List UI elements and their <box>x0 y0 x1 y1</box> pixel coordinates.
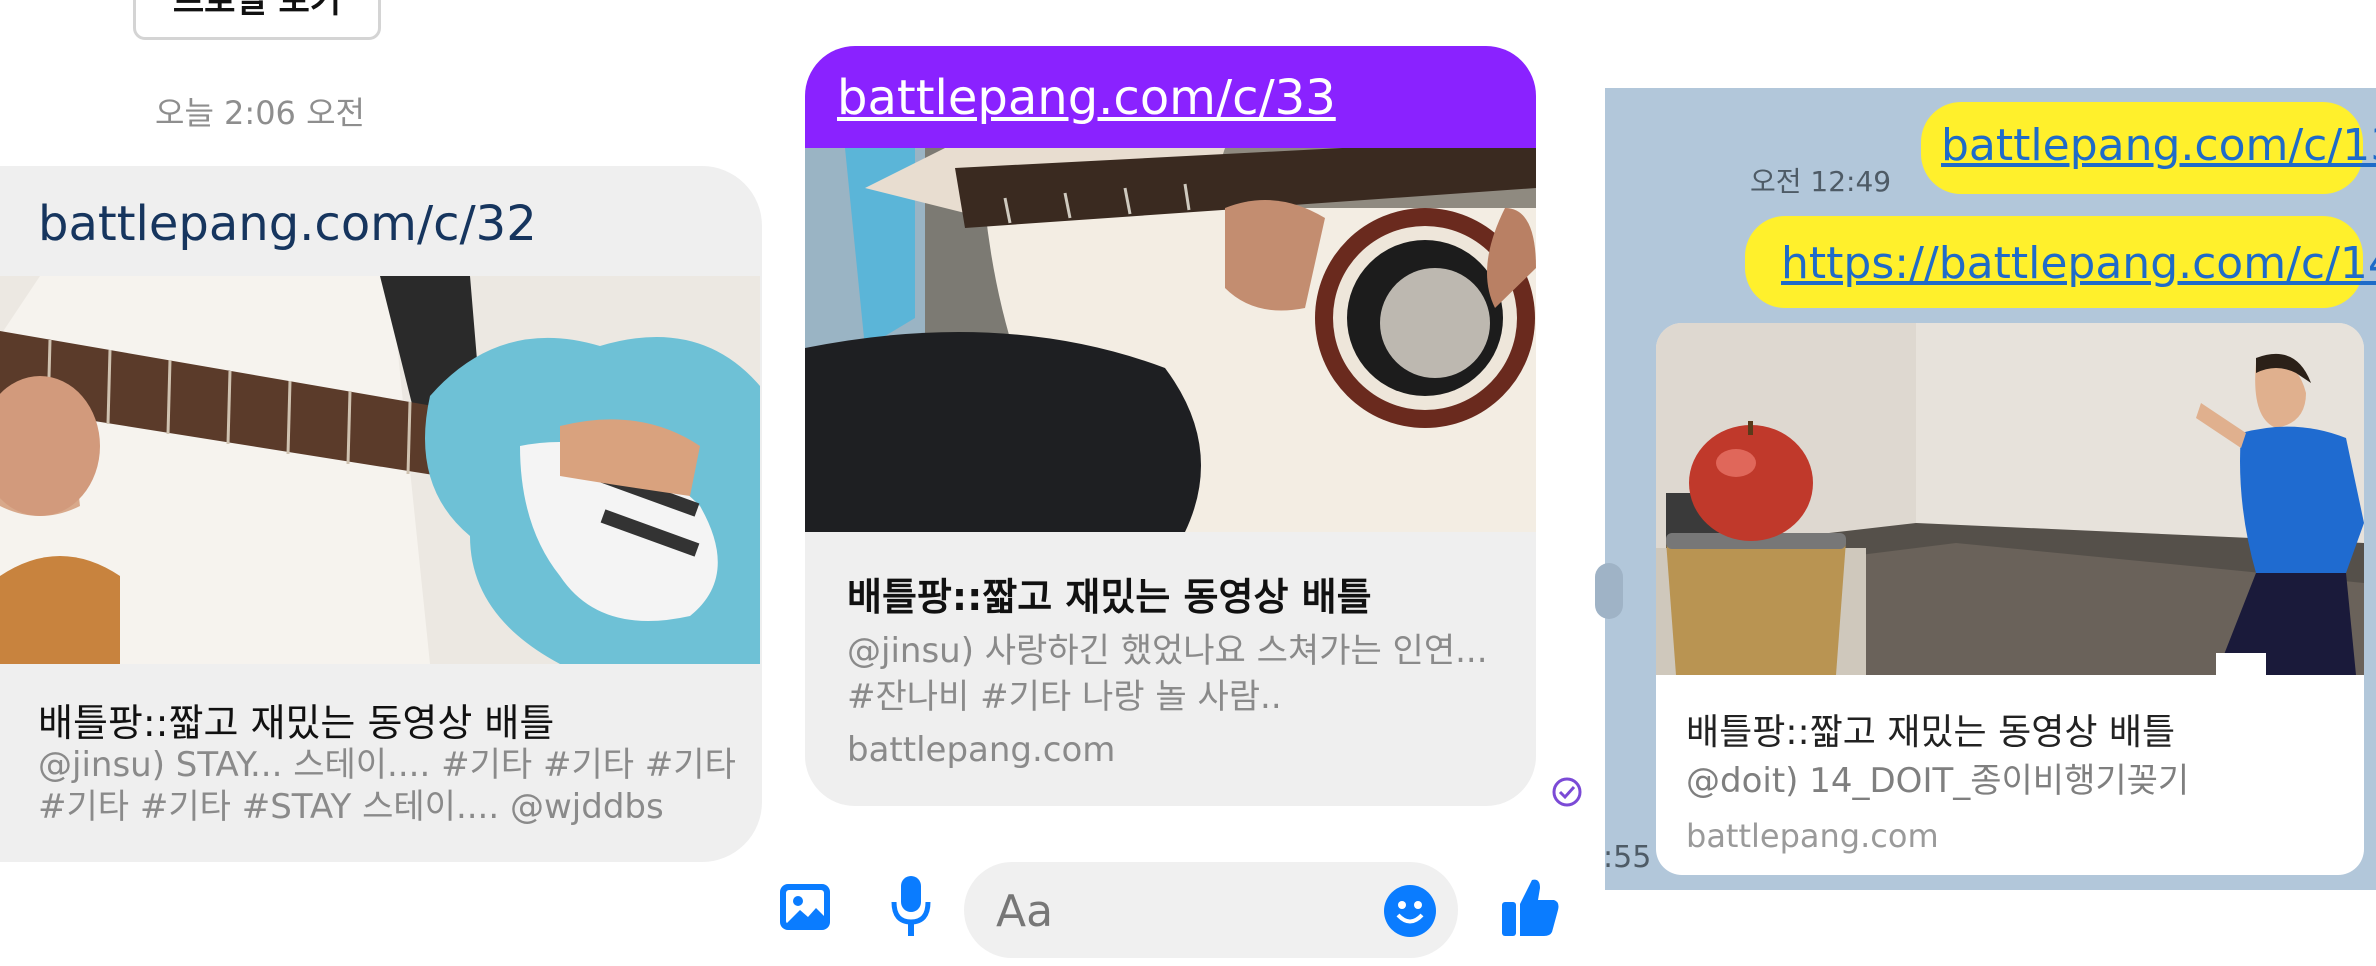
link-bubble[interactable]: battlepang.com/c/13 <box>1921 102 2376 194</box>
thumbs-up-icon[interactable] <box>1502 876 1560 938</box>
link-preview-card[interactable]: battlepang.com/c/33 배틀팡::짧고 재밌는 동영상 배틀 @… <box>805 46 1536 806</box>
preview-description: @jinsu) 사랑하긴 했었나요 스쳐가는 인연... #잔나비 #기타 나랑… <box>847 628 1507 720</box>
preview-description: @doit) 14_DOIT_종이비행기꽂기 <box>1686 761 2190 801</box>
preview-description: @jinsu) STAY... 스테이.... #기타 #기타 #기타 #기타 … <box>38 745 736 827</box>
link-url[interactable]: battlepang.com/c/33 <box>837 70 1336 126</box>
message-input-placeholder: Aa <box>996 886 1054 937</box>
link-bubble[interactable]: https://battlepang.com/c/14 <box>1745 216 2376 308</box>
kakao-chat-panel: 오전 12:49 battlepang.com/c/13 https://bat… <box>1595 88 2376 890</box>
message-timestamp: 오전 12:49 <box>1750 165 1892 198</box>
link-url[interactable]: battlepang.com/c/32 <box>38 196 537 252</box>
preview-title: 배틀팡::짧고 재밌는 동영상 배틀 <box>38 701 555 745</box>
link-preview-card[interactable]: 배틀팡::짧고 재밌는 동영상 배틀 @doit) 14_DOIT_종이비행기꽂… <box>1656 323 2364 875</box>
emoji-icon[interactable] <box>1383 884 1437 938</box>
preview-domain: battlepang.com <box>1686 817 1939 855</box>
preview-domain: battlepang.com <box>847 730 1116 770</box>
link-header[interactable]: battlepang.com/c/33 <box>805 46 1536 148</box>
microphone-icon[interactable] <box>890 876 932 938</box>
preview-thumbnail[interactable] <box>1656 323 2364 675</box>
profile-button[interactable]: 프로필 보기 <box>133 0 381 40</box>
preview-thumbnail[interactable] <box>0 276 760 664</box>
photo-icon[interactable] <box>778 880 832 934</box>
preview-title: 배틀팡::짧고 재밌는 동영상 배틀 <box>847 575 1372 619</box>
message-input[interactable]: Aa <box>964 862 1458 958</box>
description-line: @jinsu) 사랑하긴 했었나요 스쳐가는 인연... <box>847 631 1488 671</box>
description-line: #잔나비 #기타 나랑 놀 사람.. <box>847 677 1282 717</box>
preview-thumbnail[interactable] <box>805 148 1536 532</box>
message-timestamp: 오늘 2:06 오전 <box>155 94 365 132</box>
seen-check-icon <box>1551 776 1583 808</box>
preview-title: 배틀팡::짧고 재밌는 동영상 배틀 <box>1686 712 2176 753</box>
scroll-handle[interactable] <box>1595 563 1623 619</box>
partial-timestamp: :55 <box>1603 840 1652 875</box>
link-preview-card[interactable]: battlepang.com/c/32 배틀팡::짧고 재밌는 동영상 배틀 @… <box>0 166 762 862</box>
